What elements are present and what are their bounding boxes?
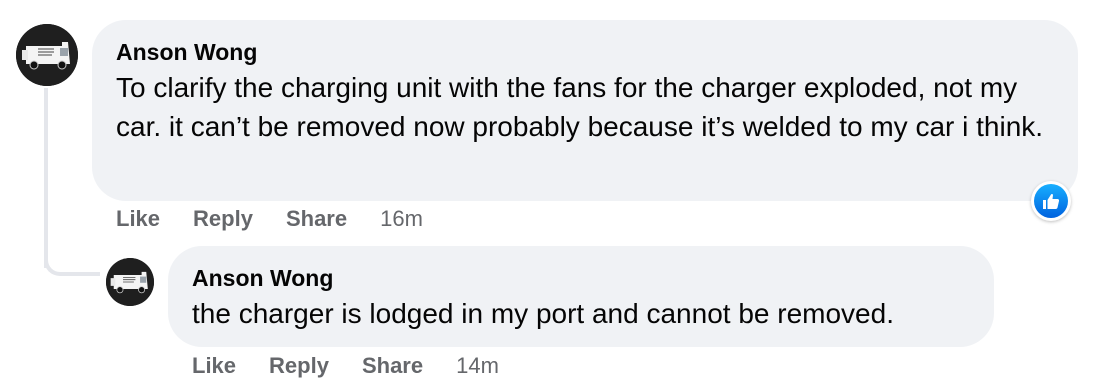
like-button[interactable]: Like bbox=[116, 205, 160, 233]
reaction-badge[interactable] bbox=[1031, 181, 1071, 221]
reply-timestamp-link[interactable]: 14m bbox=[456, 352, 499, 380]
like-icon bbox=[1034, 184, 1068, 218]
reply-bubble: Anson Wong the charger is lodged in my p… bbox=[168, 246, 994, 347]
reply-reply-button[interactable]: Reply bbox=[269, 352, 329, 380]
thread-connector-curve bbox=[44, 240, 100, 276]
reply-button[interactable]: Reply bbox=[193, 205, 253, 233]
avatar[interactable] bbox=[16, 24, 78, 86]
comment-bubble: Anson Wong To clarify the charging unit … bbox=[92, 20, 1078, 201]
van-avatar-icon bbox=[16, 24, 78, 86]
timestamp-link[interactable]: 16m bbox=[380, 205, 423, 233]
comment-text: To clarify the charging unit with the fa… bbox=[116, 72, 1044, 142]
reply-text: the charger is lodged in my port and can… bbox=[192, 298, 894, 329]
reply-author[interactable]: Anson Wong bbox=[192, 262, 970, 294]
comment-thread: Anson Wong To clarify the charging unit … bbox=[0, 0, 1120, 390]
comment-actions: Like Reply Share 16m bbox=[116, 205, 423, 233]
reply-avatar[interactable] bbox=[106, 258, 154, 306]
reply-like-button[interactable]: Like bbox=[192, 352, 236, 380]
share-button[interactable]: Share bbox=[286, 205, 347, 233]
comment-author[interactable]: Anson Wong bbox=[116, 36, 1054, 68]
van-avatar-icon bbox=[106, 258, 154, 306]
reply-share-button[interactable]: Share bbox=[362, 352, 423, 380]
reply-actions: Like Reply Share 14m bbox=[192, 352, 499, 380]
